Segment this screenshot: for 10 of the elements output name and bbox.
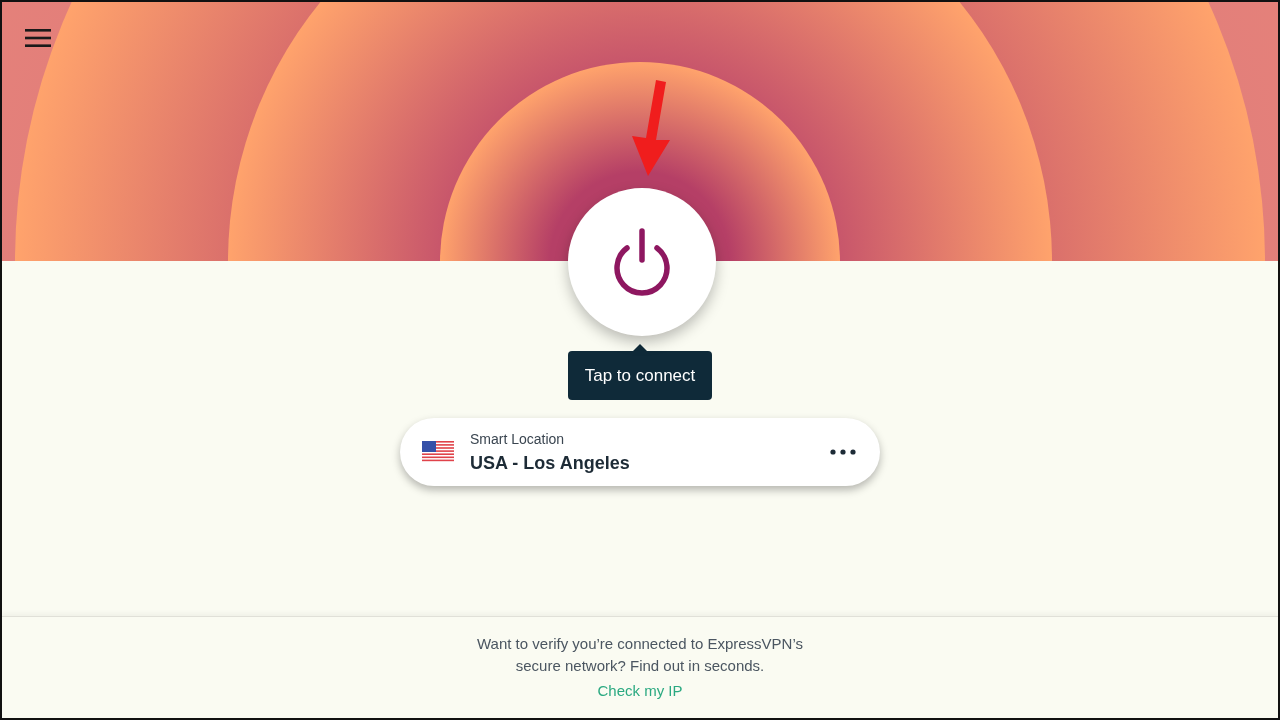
location-label: Smart Location <box>470 430 566 447</box>
verify-message: Want to verify you’re connected to ExpressVPN’s secure network? Find out in seconds. <box>476 634 804 676</box>
flag-icon <box>422 441 454 463</box>
menu-icon <box>25 28 51 48</box>
menu-button[interactable] <box>24 26 52 50</box>
tooltip: Tap to connect <box>567 351 713 400</box>
location-name: USA - Los Angeles <box>470 452 631 474</box>
more-options-icon[interactable] <box>830 449 856 455</box>
tooltip-pointer-icon <box>633 344 647 351</box>
location-selector[interactable]: Smart Location USA - Los Angeles <box>400 418 880 486</box>
